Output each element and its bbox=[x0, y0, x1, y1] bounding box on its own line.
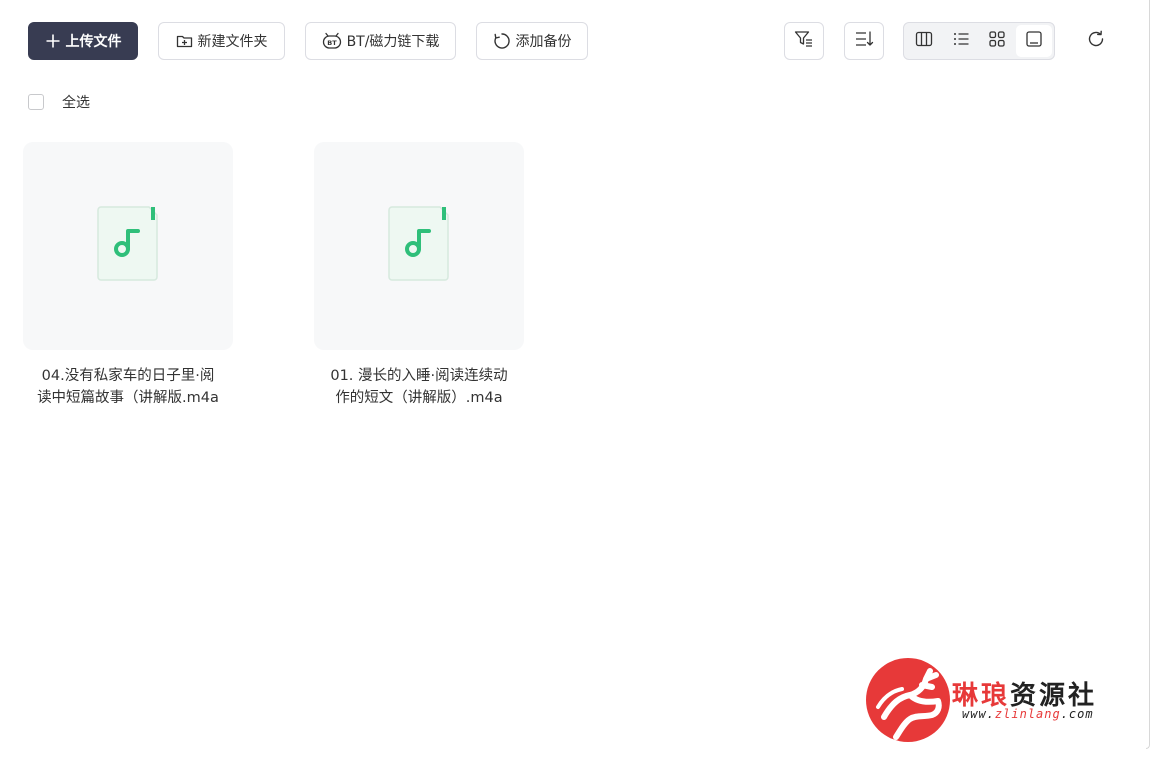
filter-icon bbox=[794, 30, 814, 52]
watermark-url: www.zlinlang.com bbox=[962, 707, 1094, 721]
list-icon bbox=[952, 31, 970, 51]
columns-icon bbox=[915, 31, 933, 51]
view-columns-option[interactable] bbox=[906, 25, 943, 57]
file-card[interactable]: 01. 漫长的入睡·阅读连续动 作的短文（讲解版）.m4a bbox=[314, 142, 524, 409]
file-thumbnail[interactable] bbox=[23, 142, 233, 350]
view-list-option[interactable] bbox=[943, 25, 980, 57]
watermark-logo: 琳琅资源社 www.zlinlang.com bbox=[866, 657, 1136, 745]
file-name[interactable]: 01. 漫长的入睡·阅读连续动 作的短文（讲解版）.m4a bbox=[314, 365, 524, 409]
bt-icon: BT bbox=[322, 32, 342, 50]
add-backup-label: 添加备份 bbox=[515, 34, 572, 50]
grid-icon bbox=[988, 30, 1006, 52]
folder-plus-icon bbox=[176, 33, 193, 49]
add-backup-button[interactable]: 添加备份 bbox=[476, 22, 588, 60]
svg-text:BT: BT bbox=[327, 39, 337, 47]
refresh-button[interactable] bbox=[1076, 22, 1116, 60]
audio-file-icon bbox=[386, 205, 452, 287]
view-grid-option[interactable] bbox=[979, 25, 1016, 57]
filter-button[interactable] bbox=[784, 22, 824, 60]
sync-icon bbox=[493, 32, 511, 50]
file-name[interactable]: 04.没有私家车的日子里·阅 读中短篇故事（讲解版.m4a bbox=[23, 365, 233, 409]
deer-logo-icon bbox=[866, 658, 950, 742]
bt-download-label: BT/磁力链下载 bbox=[346, 34, 440, 50]
upload-label: 上传文件 bbox=[65, 34, 122, 50]
window-edge bbox=[1146, 0, 1150, 749]
thumbnail-icon bbox=[1025, 30, 1043, 52]
file-card[interactable]: 04.没有私家车的日子里·阅 读中短篇故事（讲解版.m4a bbox=[23, 142, 233, 409]
view-large-thumbnail-option[interactable] bbox=[1015, 25, 1052, 57]
view-mode-switch bbox=[903, 22, 1055, 60]
select-all[interactable]: 全选 bbox=[28, 92, 90, 112]
sort-button[interactable] bbox=[844, 22, 884, 60]
sort-icon bbox=[854, 30, 874, 52]
upload-button[interactable]: 上传文件 bbox=[28, 22, 138, 60]
toolbar: 上传文件 新建文件夹 BT BT/磁力链下载 添加备份 bbox=[28, 22, 1128, 62]
new-folder-button[interactable]: 新建文件夹 bbox=[158, 22, 285, 60]
plus-icon bbox=[45, 33, 61, 49]
select-all-checkbox[interactable] bbox=[28, 94, 44, 110]
audio-file-icon bbox=[95, 205, 161, 287]
bt-download-button[interactable]: BT BT/磁力链下载 bbox=[305, 22, 456, 60]
select-all-label: 全选 bbox=[62, 95, 90, 111]
file-thumbnail[interactable] bbox=[314, 142, 524, 350]
refresh-icon bbox=[1086, 29, 1106, 53]
new-folder-label: 新建文件夹 bbox=[197, 34, 268, 50]
